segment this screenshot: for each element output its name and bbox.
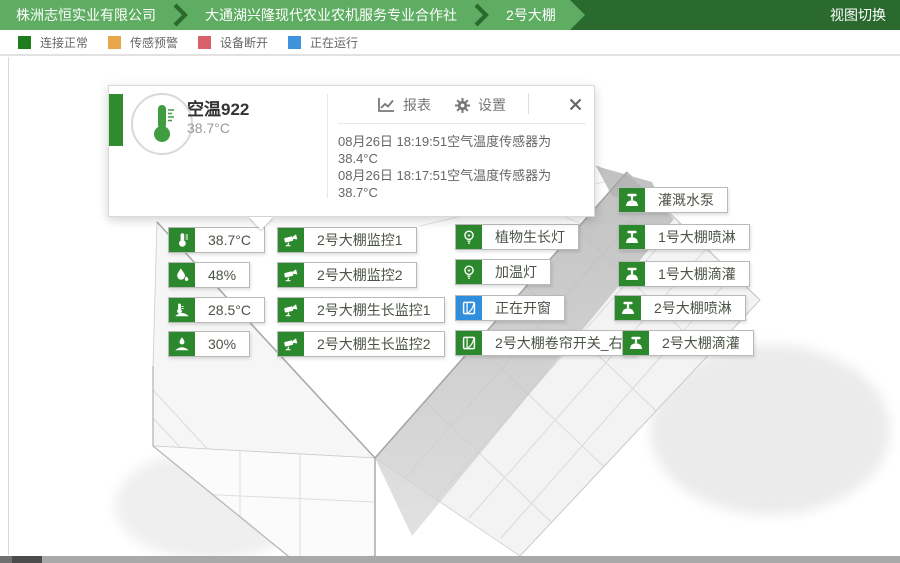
air-humidity-marker[interactable]: 48% bbox=[168, 262, 250, 288]
roller-switch-label: 2号大棚卷帘开关_右 bbox=[482, 331, 636, 355]
camera2-marker[interactable]: 2号大棚监控2 bbox=[277, 262, 417, 288]
legend-connected-label: 连接正常 bbox=[40, 34, 88, 51]
sprinkler-icon bbox=[615, 296, 641, 320]
sensor-avatar bbox=[131, 93, 193, 155]
sprinkler-icon bbox=[619, 188, 645, 212]
soil-temperature-value: 28.5°C bbox=[195, 298, 264, 322]
breadcrumb-cooperative[interactable]: 大通湖兴隆现代农业农机服务专业合作社 bbox=[191, 0, 471, 30]
soil-moisture-icon bbox=[169, 332, 195, 356]
cctv-camera-icon bbox=[278, 263, 304, 287]
legend-running-swatch bbox=[288, 36, 301, 49]
sensor-log-entry: 08月26日 18:19:51空气温度传感器为 38.4°C bbox=[338, 133, 586, 167]
breadcrumb-company[interactable]: 株洲志恒实业有限公司 bbox=[2, 0, 170, 30]
soil-thermometer-icon bbox=[169, 298, 195, 322]
chevron-right-icon bbox=[473, 0, 490, 30]
soil-temperature-marker[interactable]: 28.5°C bbox=[168, 297, 265, 323]
irrigation-pump-label: 灌溉水泵 bbox=[645, 188, 727, 212]
chart-icon bbox=[377, 97, 396, 113]
settings-button[interactable]: 设置 bbox=[454, 95, 506, 115]
popup-divider bbox=[327, 94, 328, 198]
gh2-sprinkler-marker[interactable]: 2号大棚喷淋 bbox=[614, 295, 746, 321]
sprinkler-icon bbox=[619, 262, 645, 286]
irrigation-pump-marker[interactable]: 灌溉水泵 bbox=[618, 187, 728, 213]
thermometer-icon bbox=[169, 228, 195, 252]
bulb-icon bbox=[456, 260, 482, 284]
growth-camera2-marker[interactable]: 2号大棚生长监控2 bbox=[277, 331, 445, 357]
topbar-spacer bbox=[585, 0, 816, 30]
heat-light-marker[interactable]: 加温灯 bbox=[455, 259, 551, 285]
sprinkler-icon bbox=[619, 225, 645, 249]
top-bar: 株洲志恒实业有限公司 大通湖兴隆现代农业农机服务专业合作社 2号大棚 视图切换 bbox=[0, 0, 900, 30]
gh2-drip-label: 2号大棚滴灌 bbox=[649, 331, 753, 355]
window-icon bbox=[456, 296, 482, 320]
humidity-drop-icon bbox=[169, 263, 195, 287]
breadcrumb-arrow bbox=[570, 0, 585, 30]
close-button[interactable] bbox=[565, 94, 585, 114]
soil-moisture-marker[interactable]: 30% bbox=[168, 331, 250, 357]
cctv-camera-icon bbox=[278, 298, 304, 322]
window-opening-marker[interactable]: 正在开窗 bbox=[455, 295, 565, 321]
scrollbar-thumb[interactable] bbox=[12, 556, 42, 563]
gh1-drip-marker[interactable]: 1号大棚滴灌 bbox=[618, 261, 750, 287]
bulb-icon bbox=[456, 225, 482, 249]
legend-sensor-warning: 传感预警 bbox=[108, 34, 178, 51]
grow-light-label: 植物生长灯 bbox=[482, 225, 578, 249]
air-temperature-value: 38.7°C bbox=[195, 228, 264, 252]
legend-disconnected-swatch bbox=[198, 36, 211, 49]
window-icon bbox=[456, 331, 482, 355]
status-legend: 连接正常 传感预警 设备断开 正在运行 bbox=[0, 30, 900, 56]
cctv-camera-icon bbox=[278, 332, 304, 356]
air-temperature-marker[interactable]: 38.7°C bbox=[168, 227, 265, 253]
breadcrumb: 株洲志恒实业有限公司 大通湖兴隆现代农业农机服务专业合作社 2号大棚 bbox=[0, 0, 570, 30]
sensor-current-value: 38.7°C bbox=[187, 120, 230, 136]
report-button[interactable]: 报表 bbox=[377, 95, 431, 115]
camera1-label: 2号大棚监控1 bbox=[304, 228, 416, 252]
legend-disconnected: 设备断开 bbox=[198, 34, 268, 51]
window-opening-label: 正在开窗 bbox=[482, 296, 564, 320]
legend-disconnected-label: 设备断开 bbox=[220, 34, 268, 51]
sensor-name: 空温922 bbox=[187, 95, 249, 120]
camera2-label: 2号大棚监控2 bbox=[304, 263, 416, 287]
legend-sensor-warning-label: 传感预警 bbox=[130, 34, 178, 51]
close-icon bbox=[569, 98, 582, 111]
gear-icon bbox=[454, 97, 471, 114]
roller-switch-marker[interactable]: 2号大棚卷帘开关_右 bbox=[455, 330, 637, 356]
growth-camera1-label: 2号大棚生长监控1 bbox=[304, 298, 444, 322]
thermometer-icon bbox=[145, 102, 179, 146]
cctv-camera-icon bbox=[278, 228, 304, 252]
popup-actions: 报表 设置 bbox=[377, 95, 506, 115]
breadcrumb-greenhouse2[interactable]: 2号大棚 bbox=[492, 0, 570, 30]
legend-sensor-warning-swatch bbox=[108, 36, 121, 49]
sensor-log-list: 08月26日 18:19:51空气温度传感器为 38.4°C 08月26日 18… bbox=[338, 123, 586, 201]
sensor-log-entry: 08月26日 18:17:51空气温度传感器为 38.7°C bbox=[338, 167, 586, 201]
greenhouse-monitor-app: 株洲志恒实业有限公司 大通湖兴隆现代农业农机服务专业合作社 2号大棚 视图切换 … bbox=[0, 0, 900, 563]
legend-connected-swatch bbox=[18, 36, 31, 49]
growth-camera2-label: 2号大棚生长监控2 bbox=[304, 332, 444, 356]
popup-pointer bbox=[249, 217, 273, 230]
sprinkler-icon bbox=[623, 331, 649, 355]
soil-moisture-value: 30% bbox=[195, 332, 249, 356]
popup-accent-bar bbox=[109, 94, 123, 146]
content-left-border bbox=[8, 57, 9, 555]
grow-light-marker[interactable]: 植物生长灯 bbox=[455, 224, 579, 250]
gh1-sprinkler-marker[interactable]: 1号大棚喷淋 bbox=[618, 224, 750, 250]
legend-running-label: 正在运行 bbox=[310, 34, 358, 51]
gh2-sprinkler-label: 2号大棚喷淋 bbox=[641, 296, 745, 320]
sensor-popup: 空温922 38.7°C 报表 设置 bbox=[108, 85, 595, 217]
heat-light-label: 加温灯 bbox=[482, 260, 550, 284]
horizontal-scrollbar[interactable] bbox=[0, 556, 900, 563]
legend-connected: 连接正常 bbox=[18, 34, 88, 51]
camera1-marker[interactable]: 2号大棚监控1 bbox=[277, 227, 417, 253]
actions-separator bbox=[528, 93, 529, 114]
chevron-right-icon bbox=[172, 0, 189, 30]
air-humidity-value: 48% bbox=[195, 263, 249, 287]
gh2-drip-marker[interactable]: 2号大棚滴灌 bbox=[622, 330, 754, 356]
gh1-drip-label: 1号大棚滴灌 bbox=[645, 262, 749, 286]
growth-camera1-marker[interactable]: 2号大棚生长监控1 bbox=[277, 297, 445, 323]
scrollbar-cap bbox=[0, 556, 12, 563]
view-toggle-button[interactable]: 视图切换 bbox=[816, 0, 900, 30]
legend-running: 正在运行 bbox=[288, 34, 358, 51]
gh1-sprinkler-label: 1号大棚喷淋 bbox=[645, 225, 749, 249]
